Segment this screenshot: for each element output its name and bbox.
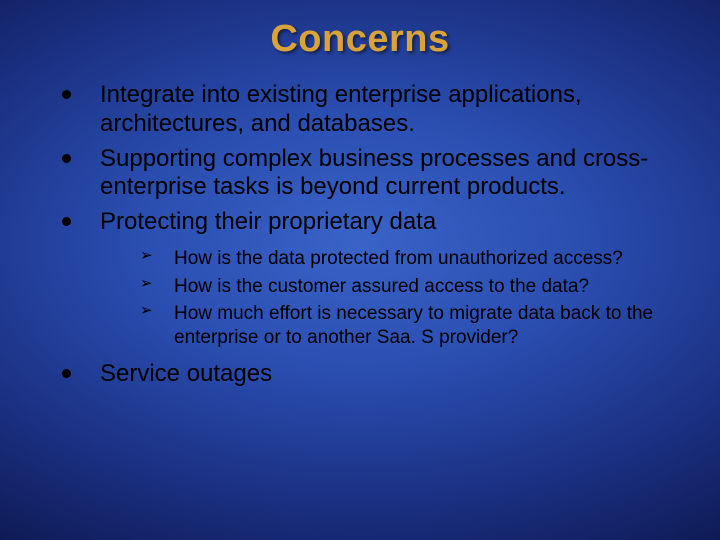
slide-title: Concerns [40,18,680,61]
bullet-text: Protecting their proprietary data [100,208,436,235]
bullet-item: Supporting complex business processes an… [60,145,680,203]
sub-bullet-text: How is the data protected from unauthori… [174,248,623,269]
bullet-item: Integrate into existing enterprise appli… [60,81,680,139]
sub-bullet-item: How is the customer assured access to th… [140,275,680,299]
bullet-item: Service outages [60,360,680,389]
bullet-text: Integrate into existing enterprise appli… [100,81,582,137]
bullet-text: Service outages [100,360,272,387]
bullet-item: Protecting their proprietary data How is… [60,208,680,350]
sub-bullet-item: How is the data protected from unauthori… [140,247,680,271]
sub-bullet-text: How is the customer assured access to th… [174,276,589,297]
sub-bullet-item: How much effort is necessary to migrate … [140,302,680,350]
sub-bullet-list: How is the data protected from unauthori… [100,247,680,350]
slide: Concerns Integrate into existing enterpr… [0,0,720,540]
bullet-list: Integrate into existing enterprise appli… [40,81,680,389]
bullet-text: Supporting complex business processes an… [100,145,648,201]
sub-bullet-text: How much effort is necessary to migrate … [174,303,653,348]
